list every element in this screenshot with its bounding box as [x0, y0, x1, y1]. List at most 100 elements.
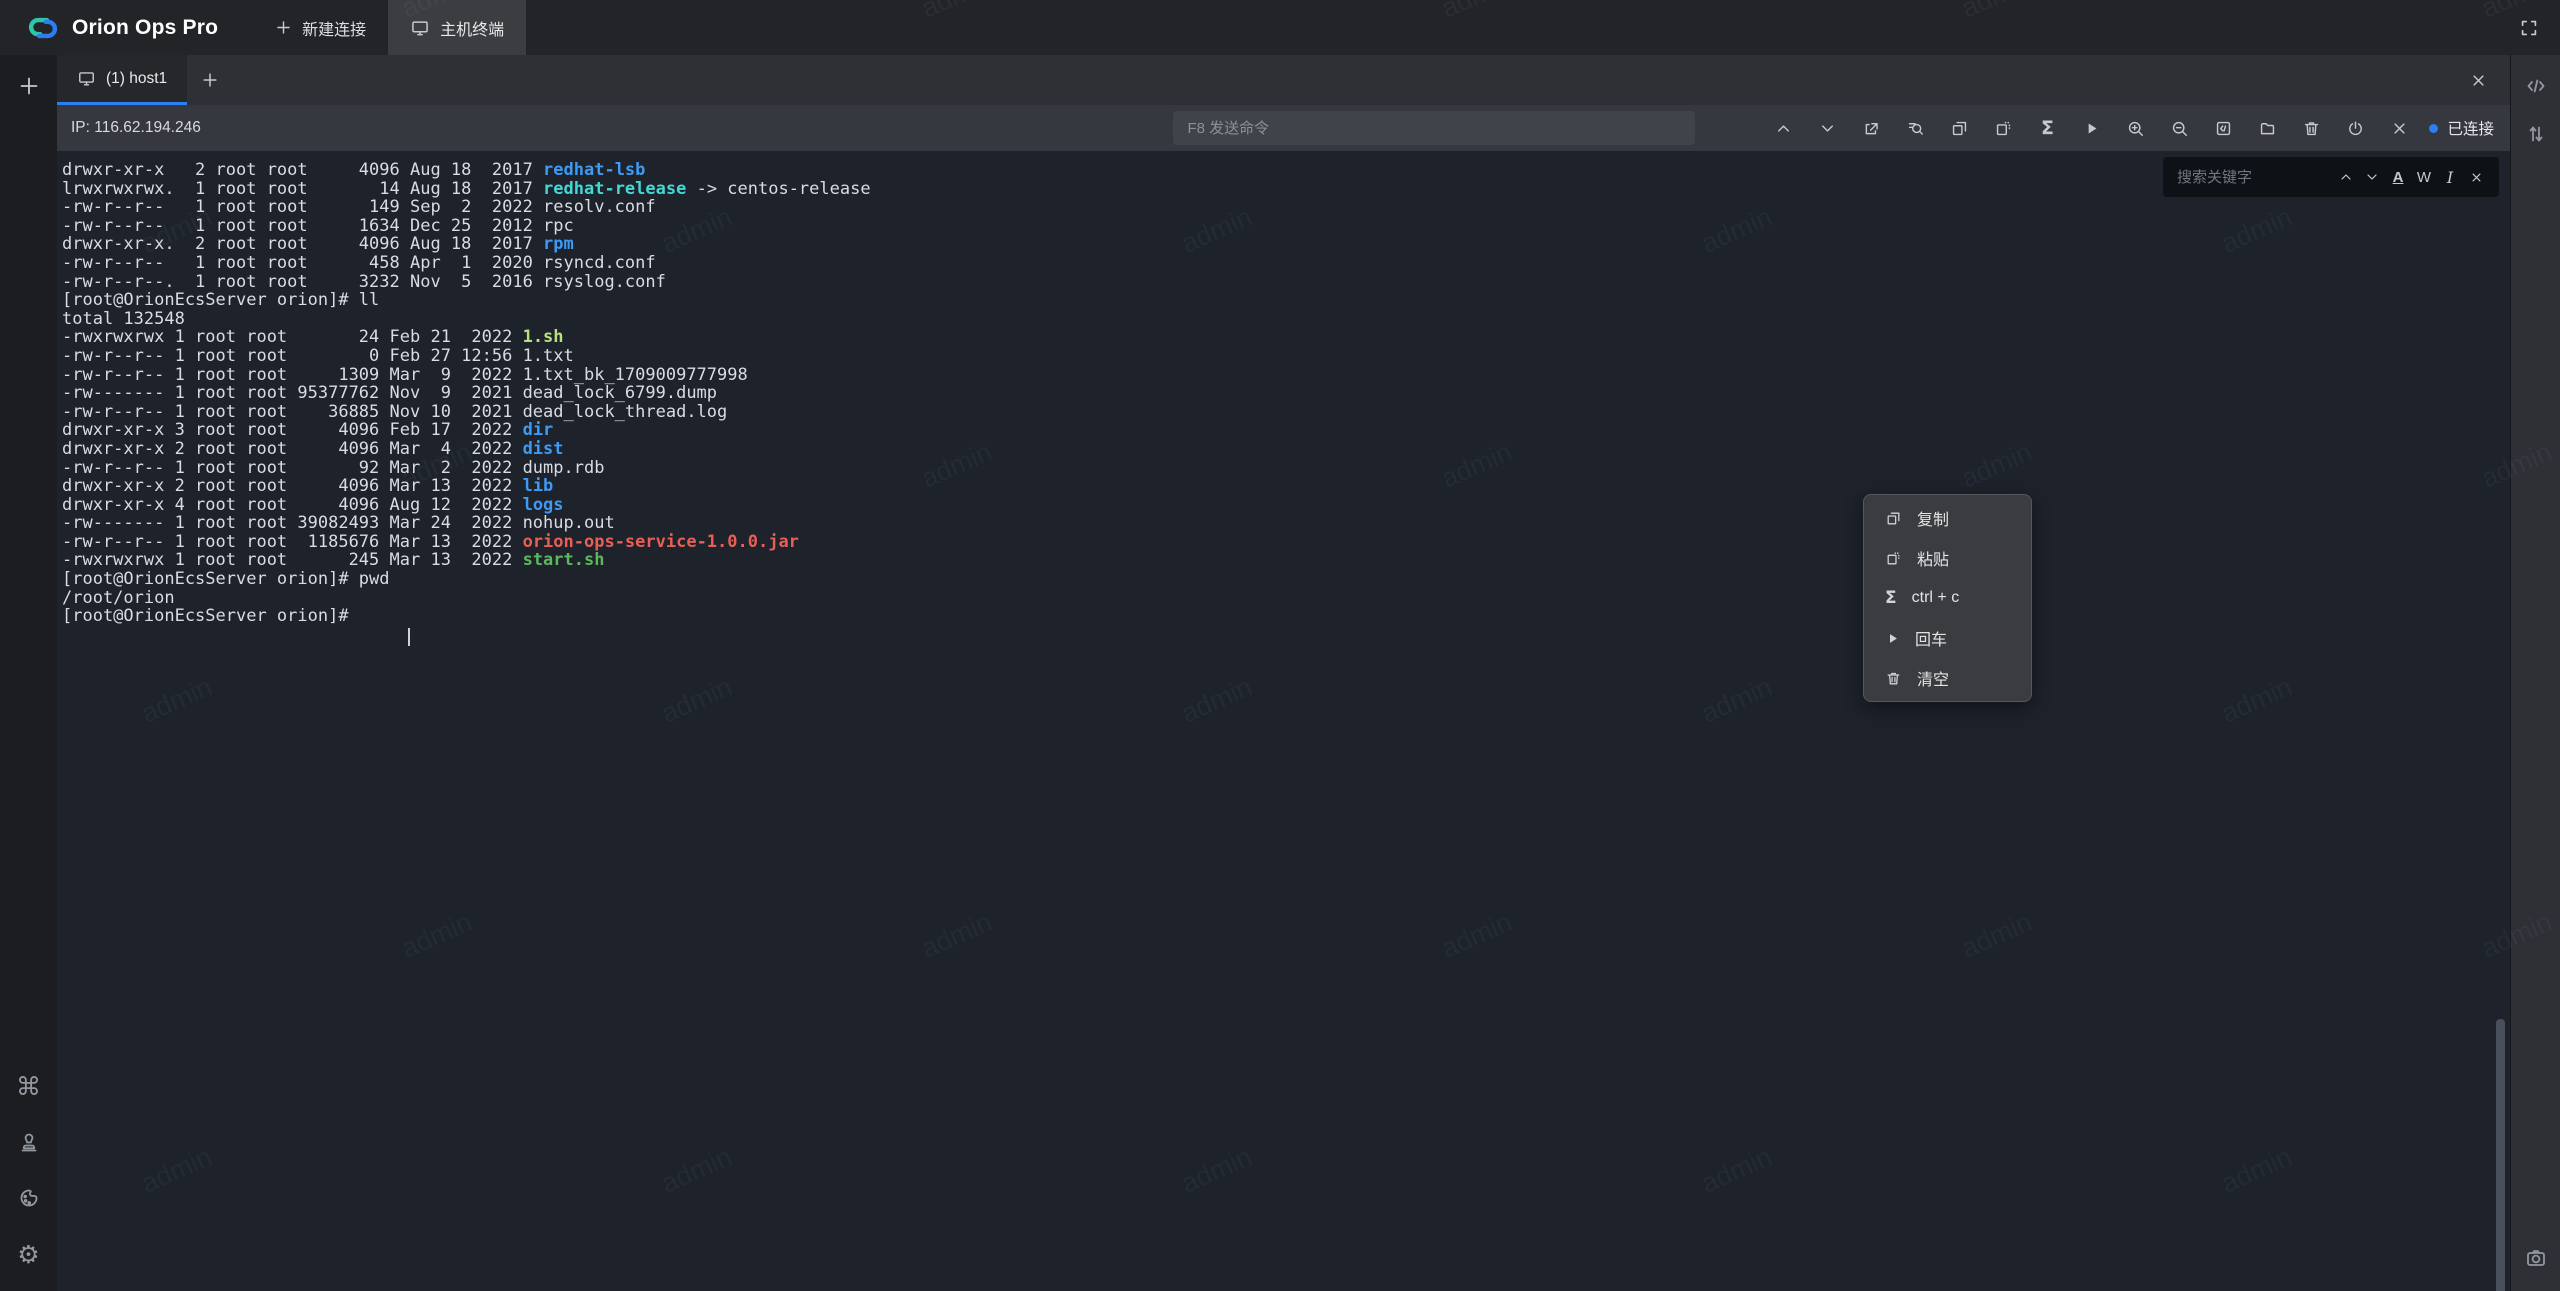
- file-manager-button[interactable]: [2254, 115, 2280, 141]
- menu-item-label: 粘贴: [1917, 546, 1949, 570]
- zoom-out-icon: [2170, 119, 2189, 138]
- prev-command-button[interactable]: [1770, 115, 1796, 141]
- search-keyword-input[interactable]: [2177, 169, 2331, 186]
- open-window-icon: [1862, 119, 1881, 138]
- right-sidebar: [2510, 55, 2560, 1291]
- terminal-line: -rw-r--r-- 1 root root 36885 Nov 10 2021…: [62, 403, 2510, 422]
- close-all-tabs-button[interactable]: [2458, 55, 2498, 105]
- menu-item-enter[interactable]: 回车: [1864, 618, 2031, 658]
- terminal-context-menu: 复制 粘贴 Σ ctrl + c 回车 清空: [1863, 494, 2032, 702]
- new-connection-button[interactable]: 新建连接: [264, 0, 376, 55]
- copy-icon: [1950, 119, 1969, 138]
- identity-button[interactable]: [12, 1125, 46, 1159]
- screenshot-button[interactable]: [2519, 1241, 2553, 1275]
- theme-button[interactable]: [12, 1181, 46, 1215]
- terminal-line: -rw-r--r--. 1 root root 3232 Nov 5 2016 …: [62, 273, 2510, 292]
- terminal-line: drwxr-xr-x 2 root root 4096 Mar 13 2022 …: [62, 477, 2510, 496]
- terminal-line: total 132548: [62, 310, 2510, 329]
- search-close-button[interactable]: [2465, 166, 2487, 188]
- ctrl-c-button[interactable]: Σ: [2034, 115, 2060, 141]
- menu-item-label: ctrl + c: [1912, 589, 1960, 607]
- chevron-up-icon: [2338, 169, 2354, 185]
- terminal-line: -rwxrwxrwx 1 root root 24 Feb 21 2022 1.…: [62, 328, 2510, 347]
- code-square-icon: [2214, 119, 2233, 138]
- next-command-button[interactable]: [1814, 115, 1840, 141]
- app-logo-icon: [26, 11, 60, 45]
- chevron-up-icon: [1774, 119, 1793, 138]
- terminal-line: [root@OrionEcsServer orion]# ll: [62, 291, 2510, 310]
- terminal-line: -rw-r--r-- 1 root root 149 Sep 2 2022 re…: [62, 198, 2510, 217]
- search-prev-button[interactable]: [2335, 166, 2357, 188]
- trash-icon: [2302, 119, 2321, 138]
- add-session-button[interactable]: [12, 69, 46, 103]
- close-icon: [2390, 119, 2409, 138]
- whole-word-button[interactable]: W: [2413, 166, 2435, 188]
- regex-button[interactable]: I: [2439, 166, 2461, 188]
- topbar-tab-host-terminal[interactable]: 主机终端: [388, 0, 526, 55]
- app-title: Orion Ops Pro: [72, 16, 218, 40]
- terminal-line: /root/orion: [62, 589, 2510, 608]
- copy-icon: [1885, 510, 1902, 527]
- search-icon: [1906, 119, 1925, 138]
- paste-icon: [1994, 119, 2013, 138]
- settings-button[interactable]: ⚙: [12, 1237, 46, 1271]
- terminal-line: drwxr-xr-x 2 root root 4096 Mar 4 2022 d…: [62, 440, 2510, 459]
- search-next-button[interactable]: [2361, 166, 2383, 188]
- terminal-scrollbar[interactable]: [2496, 1019, 2505, 1291]
- terminal-line: -rw-r--r-- 1 root root 1634 Dec 25 2012 …: [62, 217, 2510, 236]
- monitor-icon: [77, 69, 96, 88]
- new-tab-button[interactable]: [187, 55, 233, 105]
- command-snippets-button[interactable]: ⌘: [12, 1069, 46, 1103]
- clear-button[interactable]: [2298, 115, 2324, 141]
- match-case-button[interactable]: A: [2387, 166, 2409, 188]
- open-new-window-button[interactable]: [1858, 115, 1884, 141]
- close-session-button[interactable]: [2386, 115, 2412, 141]
- status-label: 已连接: [2447, 117, 2494, 139]
- paste-button[interactable]: [1990, 115, 2016, 141]
- terminal-line: -rw------- 1 root root 39082493 Mar 24 2…: [62, 514, 2510, 533]
- gear-icon: ⚙: [17, 1242, 39, 1267]
- terminal-line: -rw------- 1 root root 95377762 Nov 9 20…: [62, 384, 2510, 403]
- terminal-line: -rw-r--r-- 1 root root 0 Feb 27 12:56 1.…: [62, 347, 2510, 366]
- terminal-line: drwxr-xr-x 3 root root 4096 Feb 17 2022 …: [62, 421, 2510, 440]
- terminal-screen[interactable]: drwxr-xr-x 2 root root 4096 Aug 18 2017 …: [57, 151, 2510, 1291]
- terminal-header: IP: 116.62.194.246: [57, 105, 2510, 151]
- zoom-in-icon: [2126, 119, 2145, 138]
- fullscreen-icon: [2518, 17, 2540, 39]
- copy-button[interactable]: [1946, 115, 1972, 141]
- code-snippet-button[interactable]: [2519, 69, 2553, 103]
- send-command-input[interactable]: [1173, 111, 1695, 145]
- disconnect-button[interactable]: [2342, 115, 2368, 141]
- terminal-search-panel: A W I: [2163, 157, 2499, 197]
- top-app-bar: Orion Ops Pro 新建连接 主机终端: [0, 0, 2560, 55]
- session-tab-host1[interactable]: (1) host1: [57, 55, 187, 105]
- ip-label: IP: 116.62.194.246: [71, 119, 201, 137]
- paste-icon: [1885, 550, 1902, 567]
- menu-item-label: 回车: [1915, 626, 1947, 650]
- menu-item-copy[interactable]: 复制: [1864, 498, 2031, 538]
- terminal-line: -rw-r--r-- 1 root root 1185676 Mar 13 20…: [62, 533, 2510, 552]
- session-tab-label: (1) host1: [106, 70, 167, 88]
- terminal-line: -rw-r--r-- 1 root root 458 Apr 1 2020 rs…: [62, 254, 2510, 273]
- sort-sessions-button[interactable]: [2519, 117, 2553, 151]
- menu-item-clear[interactable]: 清空: [1864, 658, 2031, 698]
- monitor-icon: [410, 18, 430, 38]
- menu-item-label: 清空: [1917, 666, 1949, 690]
- run-button[interactable]: [2078, 115, 2104, 141]
- new-connection-label: 新建连接: [302, 16, 366, 40]
- font-zoom-in-button[interactable]: [2122, 115, 2148, 141]
- terminal-line: -rw-r--r-- 1 root root 92 Mar 2 2022 dum…: [62, 459, 2510, 478]
- stamp-icon: [17, 1130, 41, 1154]
- menu-item-ctrl-c[interactable]: Σ ctrl + c: [1864, 578, 2031, 618]
- font-zoom-out-button[interactable]: [2166, 115, 2192, 141]
- chevron-down-icon: [1818, 119, 1837, 138]
- menu-item-paste[interactable]: 粘贴: [1864, 538, 2031, 578]
- terminal-line: lrwxrwxrwx. 1 root root 14 Aug 18 2017 r…: [62, 180, 2510, 199]
- status-dot: [2429, 124, 2438, 133]
- code-view-button[interactable]: [2210, 115, 2236, 141]
- terminal-line: -rw-r--r-- 1 root root 1309 Mar 9 2022 1…: [62, 366, 2510, 385]
- close-icon: [2469, 71, 2488, 90]
- fullscreen-button[interactable]: [2514, 13, 2544, 43]
- play-icon: [1885, 631, 1900, 646]
- search-button[interactable]: [1902, 115, 1928, 141]
